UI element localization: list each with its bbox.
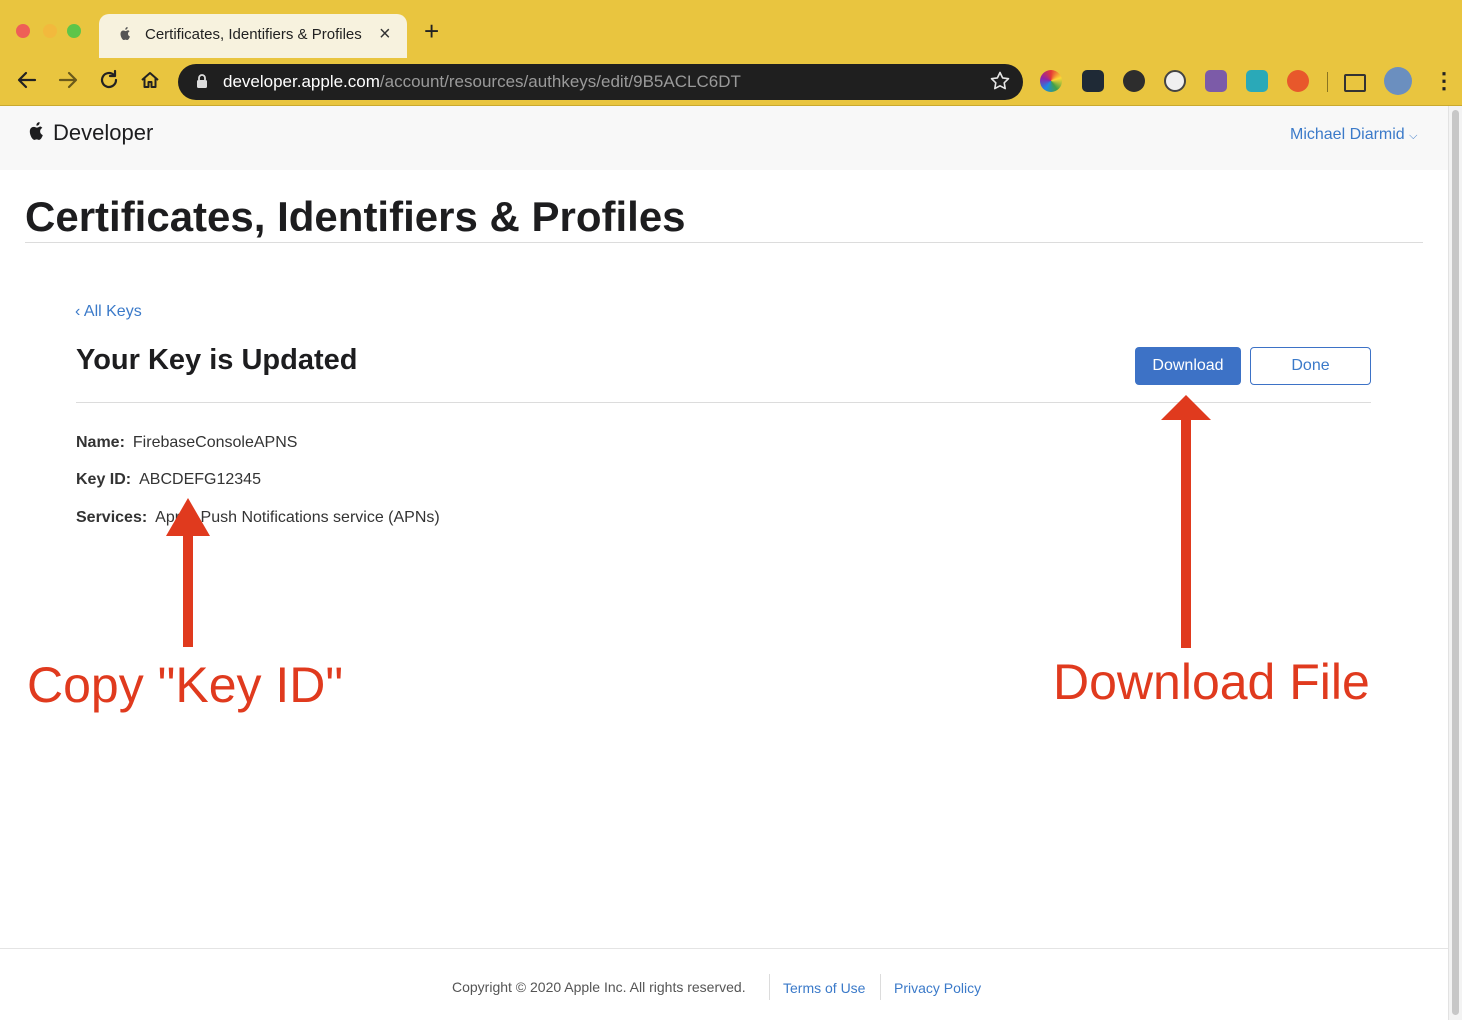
key-id-arrow <box>166 498 210 647</box>
download-file-annotation: Download File <box>1053 654 1370 710</box>
download-arrow <box>1161 395 1211 648</box>
copy-key-id-annotation: Copy "Key ID" <box>27 657 344 713</box>
annotation-arrows <box>166 395 1211 648</box>
